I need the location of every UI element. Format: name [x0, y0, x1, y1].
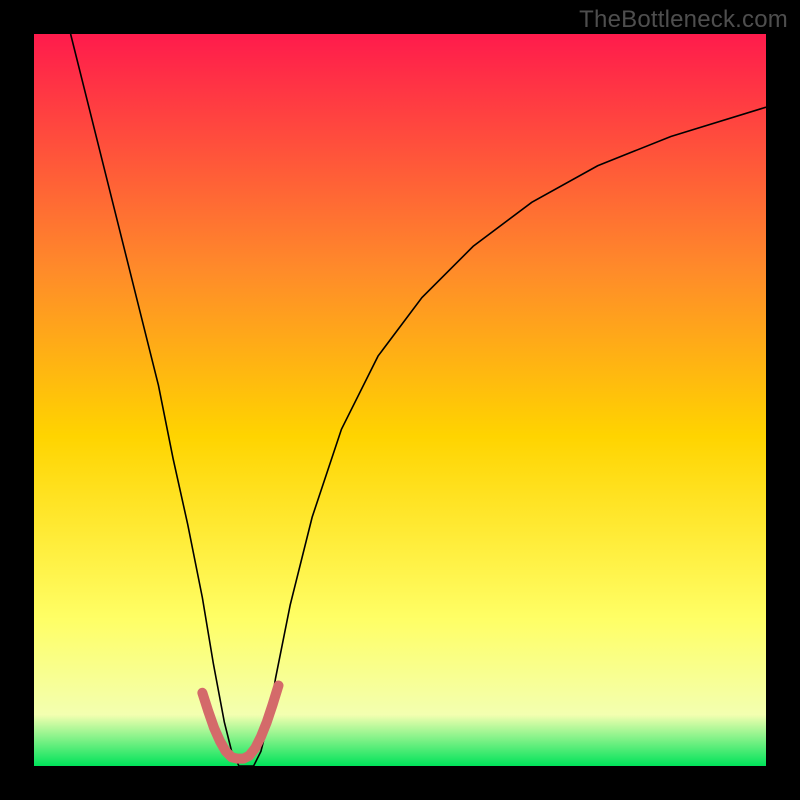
plot-background — [34, 34, 766, 766]
highlight-dot — [257, 733, 265, 741]
plot-svg — [0, 0, 800, 800]
highlight-dot — [204, 707, 212, 715]
highlight-dot — [216, 737, 224, 745]
outer-frame: TheBottleneck.com — [0, 0, 800, 800]
highlight-dot — [210, 724, 218, 732]
highlight-dot — [222, 747, 230, 755]
highlight-dot — [269, 701, 277, 709]
highlight-dot — [251, 744, 259, 752]
highlight-dot — [274, 681, 282, 689]
highlight-dot — [263, 718, 271, 726]
highlight-dot — [245, 752, 253, 760]
highlight-dot — [198, 689, 206, 697]
